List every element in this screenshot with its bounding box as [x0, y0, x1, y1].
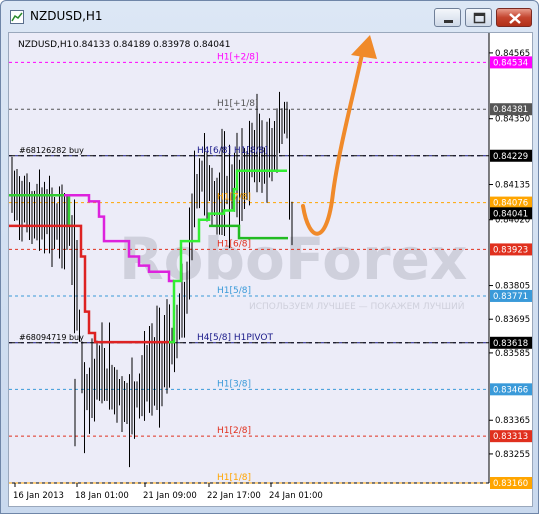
level-label: H1[2/8] [217, 426, 251, 436]
price-marker-label: 0.84381 [493, 105, 528, 115]
maximize-button[interactable] [465, 8, 492, 27]
price-marker-label: 0.83313 [493, 432, 528, 442]
level-label: H1[7/8] [217, 193, 251, 203]
close-button[interactable] [496, 8, 532, 27]
maximize-icon [473, 12, 486, 24]
level-label: H1[3/8] [217, 379, 251, 389]
level-label: H4[6/8] H1[8/8] [197, 146, 268, 156]
chart-area[interactable]: RoboForex ИСПОЛЬЗУЕМ ЛУЧШЕЕ — ПОКАЖЕМ ЛУ… [8, 32, 533, 507]
level-label: H1[+2/8] [217, 52, 259, 62]
time-label: 18 Jan 01:00 [75, 491, 129, 501]
time-label: 24 Jan 01:00 [269, 491, 323, 501]
watermark-subtext: ИСПОЛЬЗУЕМ ЛУЧШЕЕ — ПОКАЖЕМ ЛУЧШИЙ [249, 300, 464, 312]
chart-header-symbol: NZDUSD,H1 [18, 40, 72, 50]
minimize-button[interactable] [434, 8, 461, 27]
watermark-text: RoboForex [119, 225, 467, 293]
price-marker-label: 0.83160 [493, 479, 528, 489]
price-tick-label: 0.84135 [495, 181, 530, 191]
time-label: 21 Jan 09:00 [143, 491, 197, 501]
chart-app-icon [10, 10, 24, 24]
close-icon [509, 13, 521, 24]
price-marker-label: 0.83923 [493, 245, 528, 255]
price-chart[interactable]: RoboForex ИСПОЛЬЗУЕМ ЛУЧШЕЕ — ПОКАЖЕМ ЛУ… [9, 33, 532, 506]
level-label: H1[5/8] [217, 286, 251, 296]
chart-header-ohlc: 0.84133 0.84189 0.83978 0.84041 [73, 40, 230, 50]
price-marker-label: 0.84041 [493, 209, 528, 219]
price-tick-label: 0.83365 [495, 416, 530, 426]
price-marker-label: 0.84534 [493, 58, 528, 68]
level-label: H1[+1/8] [217, 99, 259, 109]
price-marker-label: 0.84076 [493, 199, 528, 209]
time-label: 16 Jan 2013 [13, 491, 64, 501]
price-tick-label: 0.83695 [495, 315, 530, 325]
minimize-icon [444, 20, 453, 23]
window-title: NZDUSD,H1 [30, 9, 103, 23]
price-marker-label: 0.84229 [493, 152, 528, 162]
price-tick-label: 0.84350 [495, 115, 530, 125]
price-marker-label: 0.83771 [493, 292, 528, 302]
order-label: #68126282 buy [19, 146, 84, 155]
price-marker-label: 0.83618 [493, 339, 528, 349]
level-label: H4[5/8] H1PIVOT [197, 333, 274, 343]
price-tick-label: 0.83255 [495, 450, 530, 460]
title-bar[interactable]: NZDUSD,H1 [1, 1, 538, 31]
time-label: 22 Jan 17:00 [207, 491, 261, 501]
chart-window: NZDUSD,H1 RoboForex ИСПОЛЬЗУЕМ ЛУЧШЕЕ — … [0, 0, 539, 514]
price-tick-label: 0.83585 [495, 349, 530, 359]
price-marker-label: 0.83466 [493, 385, 528, 395]
level-label: H1[6/8] [217, 239, 251, 249]
order-label: #68094719 buy [19, 333, 84, 342]
level-label: H1[1/8] [217, 473, 251, 483]
